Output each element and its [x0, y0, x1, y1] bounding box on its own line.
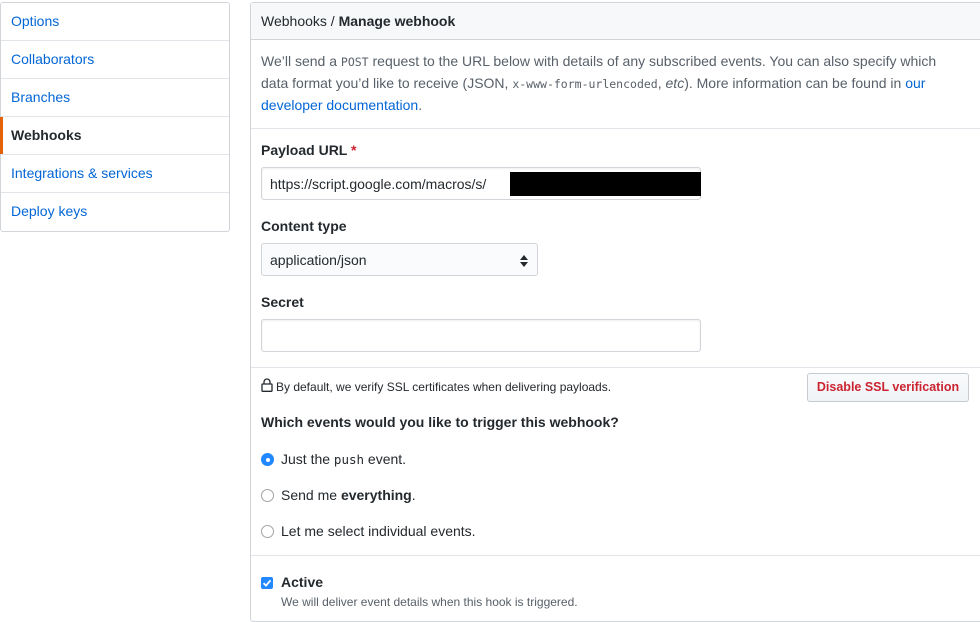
- manage-webhook-panel: Webhooks / Manage webhook We’ll send a P…: [250, 2, 980, 622]
- redacted-block: [510, 172, 701, 196]
- events-question: Which events would you like to trigger t…: [261, 414, 619, 430]
- page-title: Manage webhook: [338, 13, 456, 29]
- section-divider: [251, 367, 980, 368]
- payload-url-value: https://script.google.com/macros/s/: [270, 176, 487, 192]
- push-label-pre: Just the: [281, 451, 334, 467]
- intro-text-4: ). More information can be found in: [684, 75, 906, 91]
- radio-individual-label[interactable]: Let me select individual events.: [281, 523, 476, 539]
- breadcrumb-separator: /: [330, 13, 335, 29]
- radio-push-event[interactable]: [261, 453, 274, 466]
- intro-text-3: ,: [657, 75, 666, 91]
- sidebar-item-collaborators[interactable]: Collaborators: [1, 41, 229, 79]
- everything-label-pre: Send me: [281, 487, 341, 503]
- intro-text-1: We’ll send a: [261, 53, 341, 69]
- breadcrumb-webhooks-link[interactable]: Webhooks: [261, 13, 327, 29]
- select-arrows-icon: [520, 255, 528, 267]
- content-type-select[interactable]: application/json: [261, 243, 538, 276]
- radio-everything[interactable]: [261, 489, 274, 502]
- section-divider: [251, 555, 980, 556]
- intro-etc: etc: [665, 75, 685, 91]
- sidebar-item-integrations-services[interactable]: Integrations & services: [1, 155, 229, 193]
- content-type-label: Content type: [261, 218, 347, 234]
- checkmark-icon: [262, 579, 272, 587]
- secret-label: Secret: [261, 294, 304, 310]
- settings-sidebar: Options Collaborators Branches Webhooks …: [0, 2, 230, 232]
- payload-url-label-text: Payload URL: [261, 142, 348, 158]
- push-label-post: event.: [364, 451, 407, 467]
- intro-code-format: x-www-form-urlencoded: [512, 77, 658, 91]
- everything-label-bold: everything: [340, 487, 412, 503]
- secret-input[interactable]: [261, 319, 701, 352]
- sidebar-item-branches[interactable]: Branches: [1, 79, 229, 117]
- radio-push-label[interactable]: Just the push event.: [281, 451, 406, 467]
- push-label-code: push: [333, 452, 365, 467]
- active-checkbox[interactable]: [261, 577, 273, 589]
- disable-ssl-button[interactable]: Disable SSL verification: [807, 373, 969, 402]
- radio-individual-events[interactable]: [261, 525, 274, 538]
- webhook-intro-text: We’ll send a POST request to the URL bel…: [251, 40, 980, 129]
- radio-everything-label[interactable]: Send me everything.: [281, 487, 416, 503]
- active-label[interactable]: Active: [281, 574, 323, 590]
- everything-label-post: .: [411, 487, 416, 503]
- ssl-note: By default, we verify SSL certificates w…: [276, 380, 612, 394]
- active-note: We will deliver event details when this …: [281, 595, 578, 609]
- sidebar-item-webhooks[interactable]: Webhooks: [0, 117, 229, 155]
- sidebar-item-options[interactable]: Options: [1, 3, 229, 41]
- intro-code-post: POST: [340, 55, 369, 69]
- payload-url-label: Payload URL *: [261, 142, 356, 158]
- sidebar-item-deploy-keys[interactable]: Deploy keys: [1, 193, 229, 231]
- payload-url-input[interactable]: https://script.google.com/macros/s/: [261, 167, 701, 200]
- lock-icon: [261, 378, 273, 392]
- intro-text-5: .: [418, 97, 423, 113]
- breadcrumb: Webhooks / Manage webhook: [251, 3, 980, 40]
- content-type-value: application/json: [270, 252, 367, 268]
- required-mark: *: [351, 142, 357, 158]
